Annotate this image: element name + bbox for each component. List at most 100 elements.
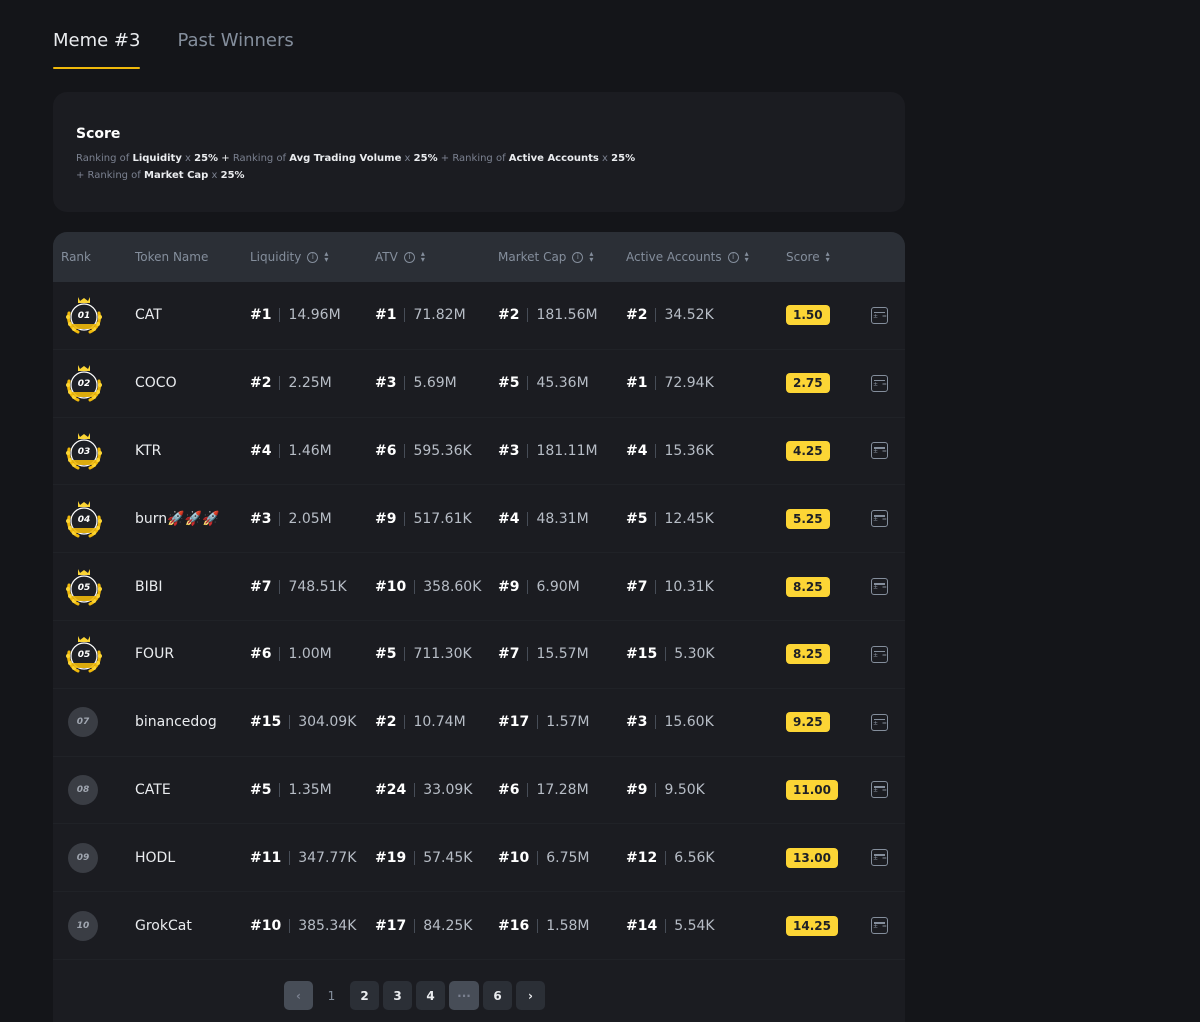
calculator-cell[interactable] — [871, 282, 888, 349]
divider — [289, 850, 291, 865]
liquidity-cell: #15 304.09K — [250, 689, 356, 756]
prev-page-button[interactable]: ‹ — [284, 981, 313, 1010]
active-accounts-value: 15.60K — [664, 714, 714, 731]
atv-cell: #2 10.74M — [375, 689, 466, 756]
divider — [404, 376, 406, 391]
info-icon[interactable]: i — [727, 251, 739, 263]
page-ellipsis[interactable]: ··· — [449, 981, 479, 1010]
calculator-cell[interactable] — [871, 553, 888, 620]
score-cell: 11.00 — [786, 757, 838, 824]
divider — [527, 782, 529, 797]
token-name-cell[interactable]: COCO — [135, 350, 177, 417]
formula-segment: 25% — [413, 153, 438, 164]
active-accounts-value: 10.31K — [664, 578, 714, 595]
page-button-1[interactable]: 1 — [317, 981, 346, 1010]
calculator-cell[interactable] — [871, 892, 888, 959]
calculator-icon[interactable] — [871, 781, 888, 799]
token-name[interactable]: GrokCat — [135, 918, 192, 934]
token-name-cell[interactable]: KTR — [135, 418, 161, 485]
atv-value: 711.30K — [413, 646, 472, 663]
divider — [279, 511, 281, 526]
page-button-4[interactable]: 4 — [416, 981, 445, 1010]
formula-segment: + Ranking of — [437, 153, 509, 164]
active-accounts-value: 15.36K — [664, 442, 714, 459]
token-name-cell[interactable]: CAT — [135, 282, 162, 349]
token-name[interactable]: CATE — [135, 782, 171, 798]
calculator-icon[interactable] — [871, 442, 888, 460]
table-row: 05 FOUR #6 1.00M #5 711.30K #7 15.57M #1… — [53, 621, 905, 689]
token-name-cell[interactable]: FOUR — [135, 621, 174, 688]
divider — [279, 647, 281, 662]
token-name[interactable]: COCO — [135, 375, 177, 391]
calculator-icon[interactable] — [871, 849, 888, 867]
token-name[interactable]: BIBI — [135, 579, 162, 595]
token-name-cell[interactable]: BIBI — [135, 553, 162, 620]
calculator-cell[interactable] — [871, 350, 888, 417]
sort-icon[interactable]: ▴ ▾ — [745, 250, 749, 264]
token-name[interactable]: CAT — [135, 307, 162, 323]
table-body: 01 CAT #1 14.96M #1 71.82M #2 181.56M #2 — [53, 282, 905, 960]
sort-icon[interactable]: ▴ ▾ — [421, 250, 425, 264]
sort-icon[interactable]: ▴ ▾ — [589, 250, 593, 264]
market-cap-cell: #3 181.11M — [498, 418, 598, 485]
token-name[interactable]: HODL — [135, 850, 175, 866]
divider — [404, 443, 406, 458]
calculator-icon[interactable] — [871, 917, 888, 935]
active-accounts-rank: #12 — [626, 849, 658, 866]
score-title: Score — [76, 126, 121, 142]
rank-cell: 07 — [60, 689, 98, 756]
table-row: 08 CATE #5 1.35M #24 33.09K #6 17.28M #9 — [53, 757, 905, 825]
calculator-icon[interactable] — [871, 510, 888, 528]
token-name[interactable]: KTR — [135, 443, 161, 459]
calculator-icon[interactable] — [871, 713, 888, 731]
calculator-cell[interactable] — [871, 418, 888, 485]
header-score[interactable]: Score ▴ ▾ — [786, 232, 830, 282]
token-name[interactable]: burn🚀🚀🚀 — [135, 511, 219, 527]
page-button-3[interactable]: 3 — [383, 981, 412, 1010]
token-name-cell[interactable]: burn🚀🚀🚀 — [135, 485, 219, 552]
header-market-cap[interactable]: Market Cap i ▴ ▾ — [498, 232, 593, 282]
info-icon[interactable]: i — [307, 251, 319, 263]
market-cap-cell: #9 6.90M — [498, 553, 580, 620]
header-liquidity[interactable]: Liquidity i ▴ ▾ — [250, 232, 328, 282]
sort-icon[interactable]: ▴ ▾ — [826, 250, 830, 264]
active-accounts-cell: #7 10.31K — [626, 553, 714, 620]
token-name[interactable]: FOUR — [135, 646, 174, 662]
token-name-cell[interactable]: GrokCat — [135, 892, 192, 959]
token-name-cell[interactable]: HODL — [135, 824, 175, 891]
calculator-icon[interactable] — [871, 645, 888, 663]
atv-cell: #17 84.25K — [375, 892, 472, 959]
market-cap-value: 181.11M — [536, 442, 598, 459]
atv-rank: #24 — [375, 781, 407, 798]
tab-meme-3[interactable]: Meme #3 — [53, 30, 141, 69]
sort-icon[interactable]: ▴ ▾ — [324, 250, 328, 264]
rank-badge: 08 — [68, 774, 98, 805]
tab-past-winners[interactable]: Past Winners — [177, 30, 293, 67]
next-page-button[interactable]: › — [516, 981, 545, 1010]
atv-rank: #17 — [375, 917, 407, 934]
header-atv[interactable]: ATV i ▴ ▾ — [375, 232, 425, 282]
calculator-icon[interactable] — [871, 578, 888, 596]
token-name-cell[interactable]: binancedog — [135, 689, 217, 756]
liquidity-value: 1.35M — [288, 781, 332, 798]
token-name[interactable]: binancedog — [135, 714, 217, 730]
liquidity-rank: #11 — [250, 849, 282, 866]
active-accounts-value: 12.45K — [664, 510, 714, 527]
score-cell: 5.25 — [786, 485, 830, 552]
info-icon[interactable]: i — [572, 251, 584, 263]
page-button-6[interactable]: 6 — [483, 981, 512, 1010]
calculator-cell[interactable] — [871, 689, 888, 756]
token-name-cell[interactable]: CATE — [135, 757, 171, 824]
calculator-cell[interactable] — [871, 824, 888, 891]
info-icon[interactable]: i — [403, 251, 415, 263]
active-accounts-cell: #9 9.50K — [626, 757, 705, 824]
page-button-2[interactable]: 2 — [350, 981, 379, 1010]
divider — [527, 647, 529, 662]
calculator-cell[interactable] — [871, 485, 888, 552]
calculator-icon[interactable] — [871, 374, 888, 392]
calculator-icon[interactable] — [871, 306, 888, 324]
calculator-cell[interactable] — [871, 621, 888, 688]
table-row: 09 HODL #11 347.77K #19 57.45K #10 6.75M… — [53, 824, 905, 893]
header-active-accounts[interactable]: Active Accounts i ▴ ▾ — [626, 232, 749, 282]
calculator-cell[interactable] — [871, 757, 888, 824]
